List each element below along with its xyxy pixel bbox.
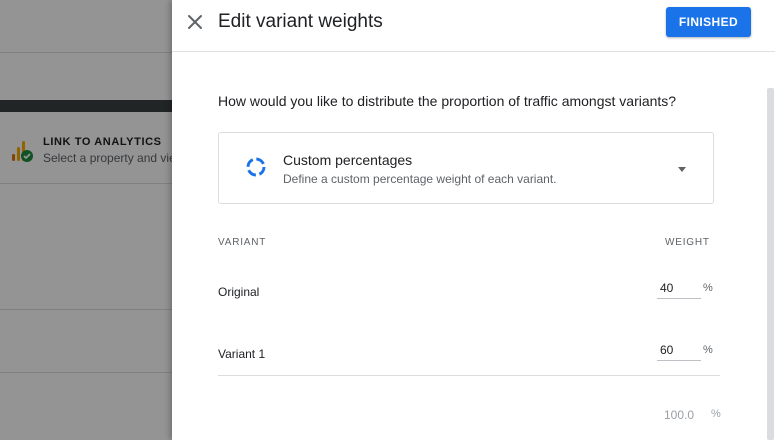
total-percent-sign: %: [711, 408, 721, 420]
variant-column-header: VARIANT: [218, 237, 267, 248]
weight-input[interactable]: [657, 277, 701, 299]
total-weight: 100.0: [664, 408, 695, 422]
distribution-question: How would you like to distribute the pro…: [218, 93, 677, 109]
mode-title: Custom percentages: [283, 152, 413, 168]
percent-sign: %: [703, 344, 713, 356]
scrollbar[interactable]: [767, 88, 774, 440]
dropdown-caret-icon: [678, 167, 686, 172]
finished-button[interactable]: FINISHED: [666, 7, 751, 37]
modal-scrim[interactable]: [0, 0, 172, 440]
panel-title: Edit variant weights: [218, 11, 383, 32]
panel-header: Edit variant weights FINISHED: [172, 0, 775, 52]
total-divider: [218, 375, 720, 376]
weight-column-header: WEIGHT: [665, 237, 710, 248]
variant-name: Variant 1: [218, 347, 266, 361]
mode-subtitle: Define a custom percentage weight of eac…: [283, 172, 557, 186]
custom-percentage-icon: [246, 157, 266, 177]
distribution-mode-select[interactable]: Custom percentages Define a custom perce…: [218, 132, 714, 204]
percent-sign: %: [703, 282, 713, 294]
variant-name: Original: [218, 285, 260, 299]
close-icon[interactable]: [184, 11, 206, 33]
weight-input[interactable]: [657, 339, 701, 361]
edit-weights-panel: Edit variant weights FINISHED How would …: [172, 0, 775, 440]
